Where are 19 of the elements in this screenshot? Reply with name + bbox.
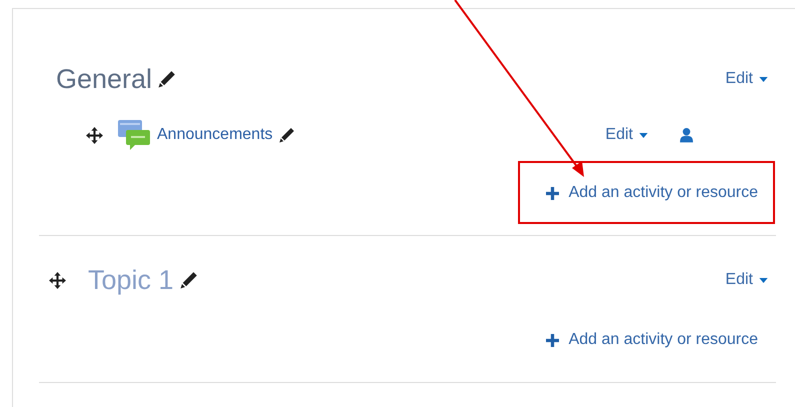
caret-icon [639,132,648,138]
move-icon[interactable] [49,272,66,288]
activity-link[interactable]: Announcements [157,126,273,144]
add-activity-link[interactable]: Add an activity or resource [546,331,758,349]
add-activity-link[interactable]: Add an activity or resource [546,184,758,202]
pencil-icon[interactable] [158,70,176,88]
pencil-icon[interactable] [180,271,198,289]
edit-menu[interactable]: Edit [725,70,776,88]
section-title[interactable]: General [56,64,152,94]
edit-menu[interactable]: Edit [725,271,776,289]
caret-icon [759,278,768,282]
person-icon[interactable] [680,127,693,143]
edit-menu[interactable]: Edit [605,126,656,144]
move-icon[interactable] [86,126,103,144]
plus-icon [546,186,559,200]
plus-icon [546,334,559,346]
pencil-icon[interactable] [278,127,295,143]
speech-bubbles-icon [117,119,151,151]
caret-icon [759,76,768,82]
